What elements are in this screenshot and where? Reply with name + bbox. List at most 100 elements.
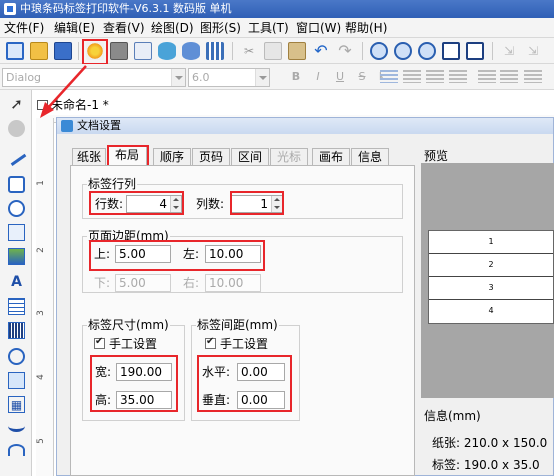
label-size-manual-checkbox[interactable] [94, 336, 105, 349]
stamp-icon[interactable] [8, 348, 25, 365]
label-size-manual-label: 手工设置 [109, 337, 158, 351]
menu-bar: 文件(F) 编辑(E) 查看(V) 绘图(D) 图形(S) 工具(T) 窗口(W… [0, 18, 554, 38]
indent-icon[interactable] [500, 70, 518, 83]
pointer-icon[interactable]: ➚ [8, 96, 25, 113]
document-title: 未命名-1 * [51, 98, 109, 112]
new-icon[interactable] [6, 42, 24, 60]
underline-button[interactable]: U [332, 69, 348, 85]
open-folder-icon[interactable] [30, 42, 48, 60]
app-title: 中琅条码标签打印软件-V6.3.1 数码版 单机 [20, 2, 232, 15]
ruler-number: 4 [35, 374, 46, 380]
tab-canvas[interactable]: 画布 [312, 148, 350, 165]
tab-page-number[interactable]: 页码 [192, 148, 230, 165]
picture-icon[interactable] [8, 248, 25, 265]
layout-tab-highlight [107, 145, 149, 167]
preview-label-row: 4 [488, 306, 494, 315]
preview-label-row: 1 [429, 231, 553, 254]
database-icon[interactable] [158, 42, 176, 60]
image-icon[interactable] [8, 224, 25, 241]
fit-page-icon[interactable] [442, 42, 460, 60]
database-settings-icon[interactable] [182, 42, 200, 60]
margin-bottom-input[interactable]: 5.00 [115, 274, 171, 292]
cols-label: 列数: [196, 197, 225, 211]
label-spacing-highlight [197, 355, 292, 412]
align-icon[interactable]: ⇲ [500, 42, 518, 60]
text-icon[interactable]: A [8, 274, 25, 291]
justify-icon[interactable] [449, 70, 467, 83]
ellipse-icon[interactable] [8, 200, 25, 217]
drawing-toolbar: ➚ A ▦ [0, 90, 32, 476]
tab-cursor[interactable]: 光标 [270, 148, 308, 165]
cut-icon[interactable]: ✂ [240, 42, 258, 60]
margin-right-input[interactable]: 10.00 [205, 274, 261, 292]
menu-draw[interactable]: 绘图(D) [151, 20, 194, 36]
font-family-value: Dialog [6, 71, 42, 84]
paragraph-text-icon[interactable] [8, 298, 25, 315]
align-right-icon[interactable] [426, 70, 444, 83]
copy-icon[interactable] [264, 42, 282, 60]
grid-icon[interactable] [206, 42, 224, 60]
margin-bottom-label: 下: [94, 276, 111, 290]
pan-icon[interactable] [8, 120, 25, 137]
zoom-out-icon[interactable] [418, 42, 436, 60]
dialog-settings-icon [61, 120, 73, 132]
arc-icon[interactable] [8, 444, 25, 456]
menu-edit[interactable]: 编辑(E) [54, 20, 95, 36]
document-tab[interactable]: 未命名-1 * [34, 96, 134, 114]
menu-help[interactable]: 帮助(H) [345, 20, 387, 36]
ruler-number: 3 [35, 310, 46, 316]
strikethrough-button[interactable]: S [354, 69, 370, 85]
font-size-select[interactable]: 6.0 [188, 68, 270, 87]
undo-icon[interactable]: ↶ [312, 42, 330, 60]
tab-info[interactable]: 信息 [351, 148, 389, 165]
paste-icon[interactable] [288, 42, 306, 60]
format-toolbar: Dialog 6.0 B I U S k [0, 64, 554, 90]
document-icon [37, 100, 48, 110]
save-icon[interactable] [54, 42, 72, 60]
menu-window[interactable]: 窗口(W) [296, 20, 341, 36]
menu-shape[interactable]: 图形(S) [200, 20, 241, 36]
qr-code-icon[interactable] [8, 372, 25, 389]
italic-button[interactable]: I [310, 69, 326, 85]
font-family-select[interactable]: Dialog [2, 68, 186, 87]
margins-highlight [89, 240, 265, 271]
rows-cols-group-label: 标签行列 [87, 177, 138, 191]
font-size-value: 6.0 [192, 71, 210, 84]
distribute-icon[interactable]: ⇲ [524, 42, 542, 60]
barcode-icon[interactable] [8, 322, 25, 339]
menu-file[interactable]: 文件(F) [4, 20, 44, 36]
label-size-highlight [90, 355, 178, 412]
margin-right-label: 右: [183, 276, 200, 290]
label-spacing-manual-checkbox[interactable] [205, 336, 216, 349]
actual-size-icon[interactable] [466, 42, 484, 60]
zoom-in-icon[interactable] [370, 42, 388, 60]
ruler-number: 5 [35, 438, 46, 444]
dialog-title: 文档设置 [77, 119, 121, 132]
cols-highlight [230, 191, 284, 215]
zoom-fit-icon[interactable] [394, 42, 412, 60]
curve-icon[interactable] [8, 420, 25, 432]
title-bar: 中琅条码标签打印软件-V6.3.1 数码版 单机 [0, 0, 554, 18]
ruler-number: 1 [35, 180, 46, 186]
align-center-icon[interactable] [403, 70, 421, 83]
vertical-ruler: 1 2 3 4 5 [36, 118, 54, 476]
table-icon[interactable]: ▦ [8, 396, 25, 413]
chevron-down-icon [255, 69, 269, 86]
redo-icon[interactable]: ↷ [336, 42, 354, 60]
tab-paper[interactable]: 纸张 [72, 148, 106, 165]
preview-label-row: 2 [429, 254, 553, 277]
align-left-icon[interactable] [380, 70, 398, 83]
print-icon[interactable] [110, 42, 128, 60]
rectangle-icon[interactable] [8, 176, 25, 193]
menu-tools[interactable]: 工具(T) [248, 20, 289, 36]
tab-range[interactable]: 区间 [231, 148, 269, 165]
print-preview-icon[interactable] [134, 42, 152, 60]
line-icon[interactable] [6, 148, 27, 166]
menu-view[interactable]: 查看(V) [103, 20, 145, 36]
outdent-icon[interactable] [524, 70, 542, 83]
tab-order[interactable]: 顺序 [153, 148, 191, 165]
bold-button[interactable]: B [288, 69, 304, 85]
ruler-number: 2 [35, 247, 46, 253]
chevron-down-icon [171, 69, 185, 86]
line-spacing-icon[interactable] [478, 70, 496, 83]
